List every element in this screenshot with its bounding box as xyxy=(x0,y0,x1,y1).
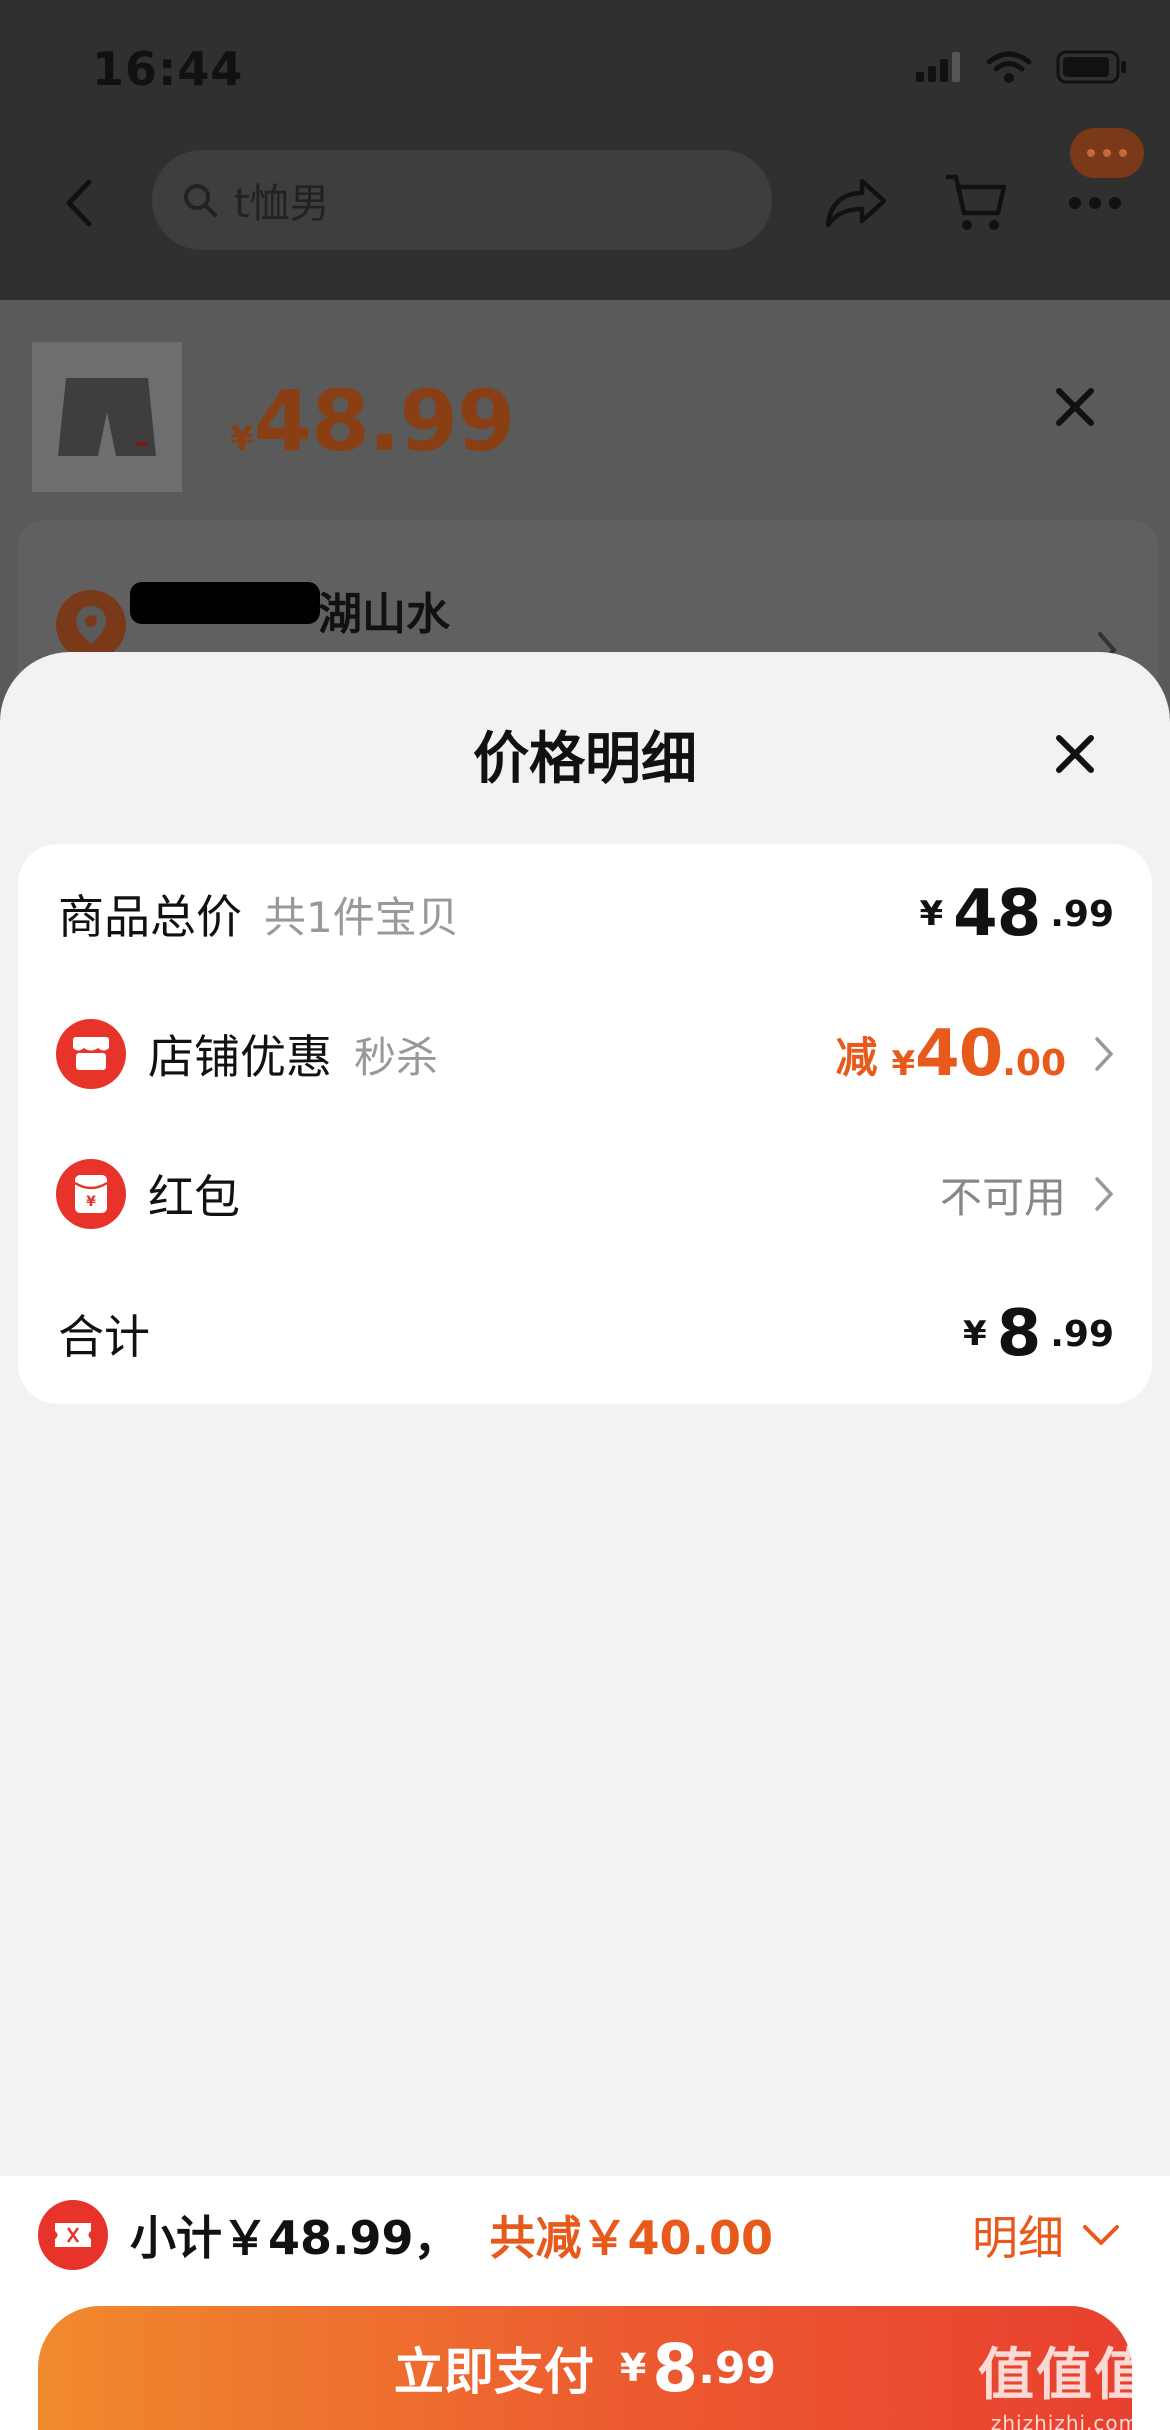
row-goods-total: 商品总价 共1件宝贝 ¥48.99 xyxy=(18,844,1152,984)
cart-icon xyxy=(946,174,1007,230)
row-shop-discount[interactable]: 店铺优惠 秒杀 减 ¥40.00 xyxy=(18,984,1152,1124)
sku-close-button[interactable] xyxy=(1030,362,1120,452)
price-detail-sheet: 价格明细 商品总价 共1件宝贝 ¥48.99 店铺优惠 秒杀 减 ¥40.00 … xyxy=(0,652,1170,2430)
pay-button-label: 立即支付 xyxy=(393,2343,594,2401)
red-packet-icon: ¥ xyxy=(56,1159,126,1229)
watermark-sub: zhizhizhi.com xyxy=(990,2411,1140,2430)
sum-label: 合计 xyxy=(58,1310,150,1364)
wifi-icon xyxy=(986,51,1032,83)
shop-discount-label: 店铺优惠 xyxy=(148,1030,332,1084)
sheet-title: 价格明细 xyxy=(473,727,697,792)
watermark-main: 值值值 xyxy=(978,2343,1152,2408)
row-sum: 合计 ¥8.99 xyxy=(18,1264,1152,1404)
row-red-packet[interactable]: ¥ 红包 不可用 xyxy=(18,1124,1152,1264)
currency-symbol: ¥ xyxy=(963,1314,987,1354)
detail-toggle-button[interactable]: 明细 xyxy=(972,2202,1120,2268)
search-icon xyxy=(184,184,217,217)
chevron-left-icon xyxy=(66,179,92,227)
message-badge-icon xyxy=(1070,128,1144,178)
product-thumbnail xyxy=(32,342,182,492)
goods-total-price: ¥48.99 xyxy=(919,877,1114,951)
search-query: t恤男 xyxy=(234,181,330,227)
price-dec: .00 xyxy=(1002,1043,1066,1084)
chevron-right-icon xyxy=(1095,1177,1114,1211)
redacted-address xyxy=(130,582,320,624)
address-line: 湖山水 xyxy=(318,589,450,640)
sum-price: ¥8.99 xyxy=(963,1297,1114,1371)
price-dec: .99 xyxy=(1050,1313,1114,1355)
shop-discount-value: 减 ¥40.00 xyxy=(835,1017,1114,1091)
sku-price: ¥48.99 xyxy=(230,372,516,470)
detail-toggle-label: 明细 xyxy=(972,2211,1064,2265)
chevron-right-icon xyxy=(1095,1037,1114,1071)
sku-price-amount: 48.99 xyxy=(253,372,516,470)
shorts-image-icon xyxy=(58,378,156,456)
status-time: 16:44 xyxy=(92,42,244,96)
subtotal-text: 小计￥48.99， xyxy=(130,2211,460,2265)
goods-total-label: 商品总价 xyxy=(58,890,242,944)
red-packet-status: 不可用 xyxy=(939,1172,1066,1222)
site-watermark: 值值值 zhizhizhi.com xyxy=(978,2330,1152,2430)
pay-amount-int: 8 xyxy=(652,2329,699,2407)
pay-currency: ¥ xyxy=(619,2346,647,2390)
red-packet-label: 红包 xyxy=(148,1170,240,1224)
back-button[interactable] xyxy=(48,158,108,248)
total-saved-text: 共减￥40.00 xyxy=(489,2211,774,2265)
reduce-prefix: 减 xyxy=(835,1032,878,1082)
cellular-signal-icon xyxy=(916,52,960,82)
subtotal-row: 小计￥48.99， 共减￥40.00 明细 xyxy=(0,2176,1170,2294)
pay-amount-dec: .99 xyxy=(698,2342,777,2394)
share-icon xyxy=(825,178,887,228)
currency-symbol: ¥ xyxy=(891,1044,916,1084)
chevron-down-icon xyxy=(1083,2225,1119,2245)
status-icons xyxy=(916,50,1128,84)
price-int: 48 xyxy=(953,877,1041,951)
location-pin-icon xyxy=(56,590,126,660)
price-int: 8 xyxy=(996,1297,1042,1371)
coupon-ticket-icon xyxy=(38,2200,108,2270)
status-bar: 16:44 xyxy=(0,0,1170,130)
price-detail-card: 商品总价 共1件宝贝 ¥48.99 店铺优惠 秒杀 减 ¥40.00 ¥ 红包 … xyxy=(18,844,1152,1404)
close-icon xyxy=(1056,735,1094,773)
more-dots-icon xyxy=(1069,197,1121,209)
cart-button[interactable] xyxy=(930,158,1020,248)
search-box[interactable]: t恤男 xyxy=(152,150,772,250)
price-dec: .99 xyxy=(1050,893,1114,935)
shop-discount-type: 秒杀 xyxy=(354,1032,439,1082)
currency-symbol: ¥ xyxy=(919,894,944,934)
close-icon xyxy=(1056,388,1094,426)
sku-price-currency: ¥ xyxy=(230,419,254,459)
shop-icon xyxy=(56,1019,126,1089)
price-int: 40 xyxy=(915,1017,1003,1091)
battery-icon xyxy=(1056,50,1126,84)
product-top-nav: t恤男 xyxy=(0,128,1170,300)
svg-text:¥: ¥ xyxy=(86,1194,96,1210)
red-packet-value: 不可用 xyxy=(940,1164,1114,1225)
pay-now-button[interactable]: 立即支付 ¥ 8 .99 xyxy=(38,2306,1132,2430)
share-button[interactable] xyxy=(810,158,900,248)
goods-count: 共1件宝贝 xyxy=(264,892,459,942)
sheet-close-button[interactable] xyxy=(1020,704,1130,804)
sku-row: ¥48.99 xyxy=(0,300,1170,510)
